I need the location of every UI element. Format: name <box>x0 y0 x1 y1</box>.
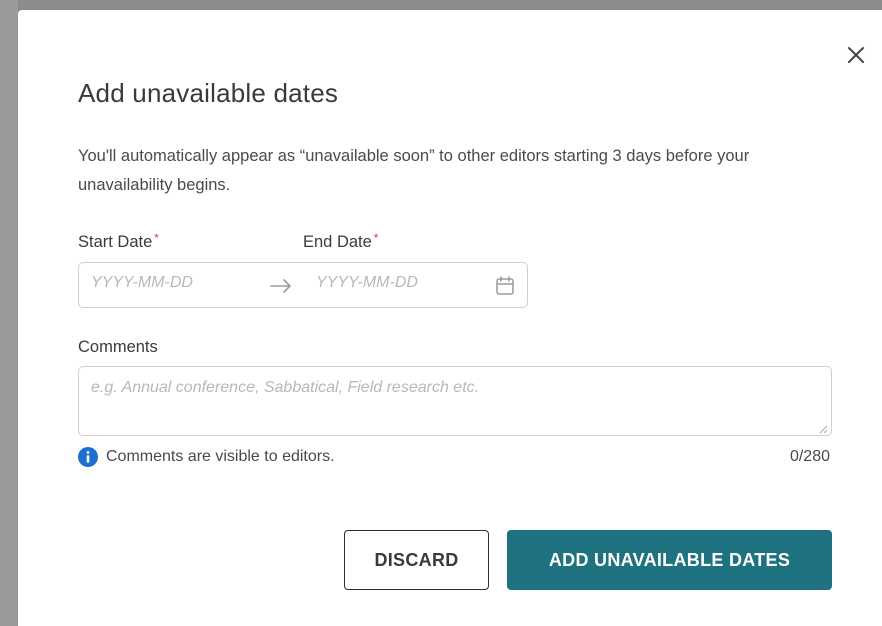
comments-info-text: Comments are visible to editors. <box>106 448 335 465</box>
comments-label: Comments <box>78 338 158 356</box>
required-marker: * <box>154 231 159 245</box>
close-button[interactable] <box>844 43 868 67</box>
calendar-icon[interactable] <box>495 275 515 297</box>
date-range-picker <box>78 262 528 308</box>
comments-textarea[interactable] <box>78 366 832 436</box>
add-unavailable-dates-dialog: Add unavailable dates You'll automatical… <box>18 10 882 626</box>
end-date-input[interactable] <box>316 274 466 292</box>
add-unavailable-dates-button[interactable]: ADD UNAVAILABLE DATES <box>507 530 832 590</box>
start-date-label: Start Date * <box>78 231 159 252</box>
info-icon <box>78 447 98 467</box>
page-backdrop <box>0 0 18 626</box>
close-icon <box>848 47 864 63</box>
dialog-description: You'll automatically appear as “unavaila… <box>78 147 750 194</box>
end-date-label-text: End Date <box>303 233 372 251</box>
comments-info: Comments are visible to editors. <box>78 446 335 468</box>
character-counter: 0/280 <box>789 448 830 465</box>
required-marker: * <box>373 231 379 245</box>
end-date-label: End Date * <box>303 231 379 252</box>
resize-grip-icon[interactable] <box>818 424 828 434</box>
dialog-title: Add unavailable dates <box>78 78 339 108</box>
start-date-input[interactable] <box>91 274 241 292</box>
arrow-right-icon <box>270 279 291 293</box>
discard-button[interactable]: DISCARD <box>344 530 489 590</box>
start-date-label-text: Start Date <box>78 233 153 251</box>
